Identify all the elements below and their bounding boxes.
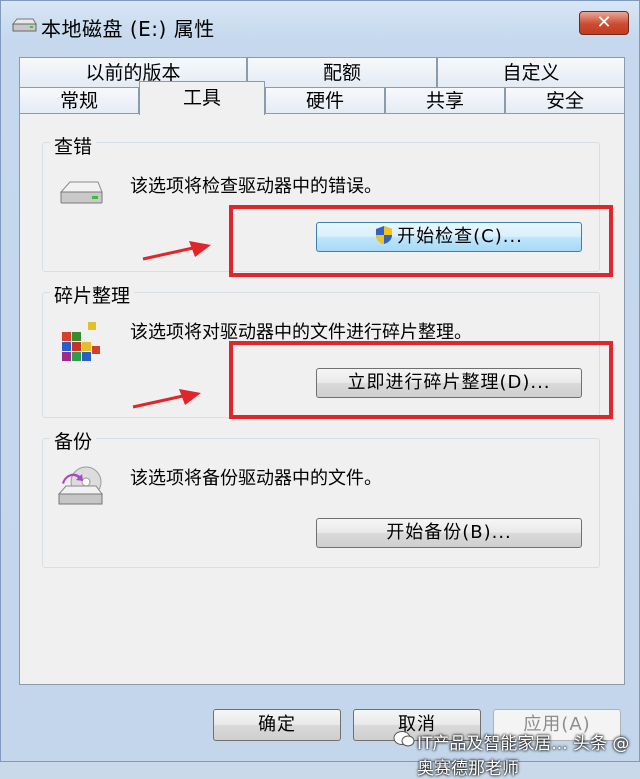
watermark: IT产品及智能家居... 头条 @奥赛德那老师 bbox=[417, 734, 630, 779]
tab-hardware[interactable]: 硬件 bbox=[265, 87, 385, 114]
highlight-box-defrag bbox=[229, 341, 613, 419]
tab-label: 共享 bbox=[425, 90, 464, 112]
tab-label: 配额 bbox=[322, 62, 361, 84]
red-arrow-icon bbox=[131, 387, 203, 415]
close-button[interactable]: ✕ bbox=[579, 11, 629, 35]
ok-button[interactable]: 确定 bbox=[213, 709, 341, 741]
backup-group bbox=[42, 438, 600, 568]
tab-general[interactable]: 常规 bbox=[19, 87, 139, 114]
backup-icon bbox=[56, 464, 106, 514]
tab-label: 常规 bbox=[59, 90, 98, 112]
hard-drive-icon bbox=[58, 176, 104, 214]
tab-label: 硬件 bbox=[305, 90, 344, 112]
backup-title: 备份 bbox=[50, 427, 97, 454]
tab-label: 工具 bbox=[182, 87, 221, 109]
title-bar[interactable]: 本地磁盘 (E:) 属性 ✕ bbox=[1, 1, 640, 51]
wechat-logo-icon bbox=[393, 730, 415, 752]
window-title: 本地磁盘 (E:) 属性 bbox=[41, 17, 215, 41]
backup-description: 该选项将备份驱动器中的文件。 bbox=[130, 468, 382, 489]
defrag-icon bbox=[58, 318, 104, 370]
error-check-description: 该选项将检查驱动器中的错误。 bbox=[130, 176, 382, 197]
red-arrow-icon bbox=[141, 239, 213, 267]
highlight-box-check bbox=[229, 205, 613, 277]
tab-customize[interactable]: 自定义 bbox=[437, 57, 625, 87]
tab-label: 安全 bbox=[545, 90, 584, 112]
tab-sharing[interactable]: 共享 bbox=[385, 87, 505, 114]
tab-label: 自定义 bbox=[502, 62, 560, 84]
error-check-title: 查错 bbox=[50, 132, 97, 159]
drive-icon bbox=[11, 16, 37, 38]
tab-security[interactable]: 安全 bbox=[505, 87, 625, 114]
defrag-title: 碎片整理 bbox=[50, 281, 135, 308]
start-backup-label: 开始备份(B)... bbox=[386, 522, 512, 543]
close-icon: ✕ bbox=[596, 12, 612, 33]
tab-quota[interactable]: 配额 bbox=[247, 57, 437, 87]
tab-tools[interactable]: 工具 bbox=[139, 81, 265, 115]
start-backup-button[interactable]: 开始备份(B)... bbox=[316, 518, 582, 548]
ok-label: 确定 bbox=[258, 714, 296, 735]
properties-window: 本地磁盘 (E:) 属性 ✕ 以前的版本 配额 自定义 常规 工具 硬件 共享 … bbox=[0, 0, 640, 779]
